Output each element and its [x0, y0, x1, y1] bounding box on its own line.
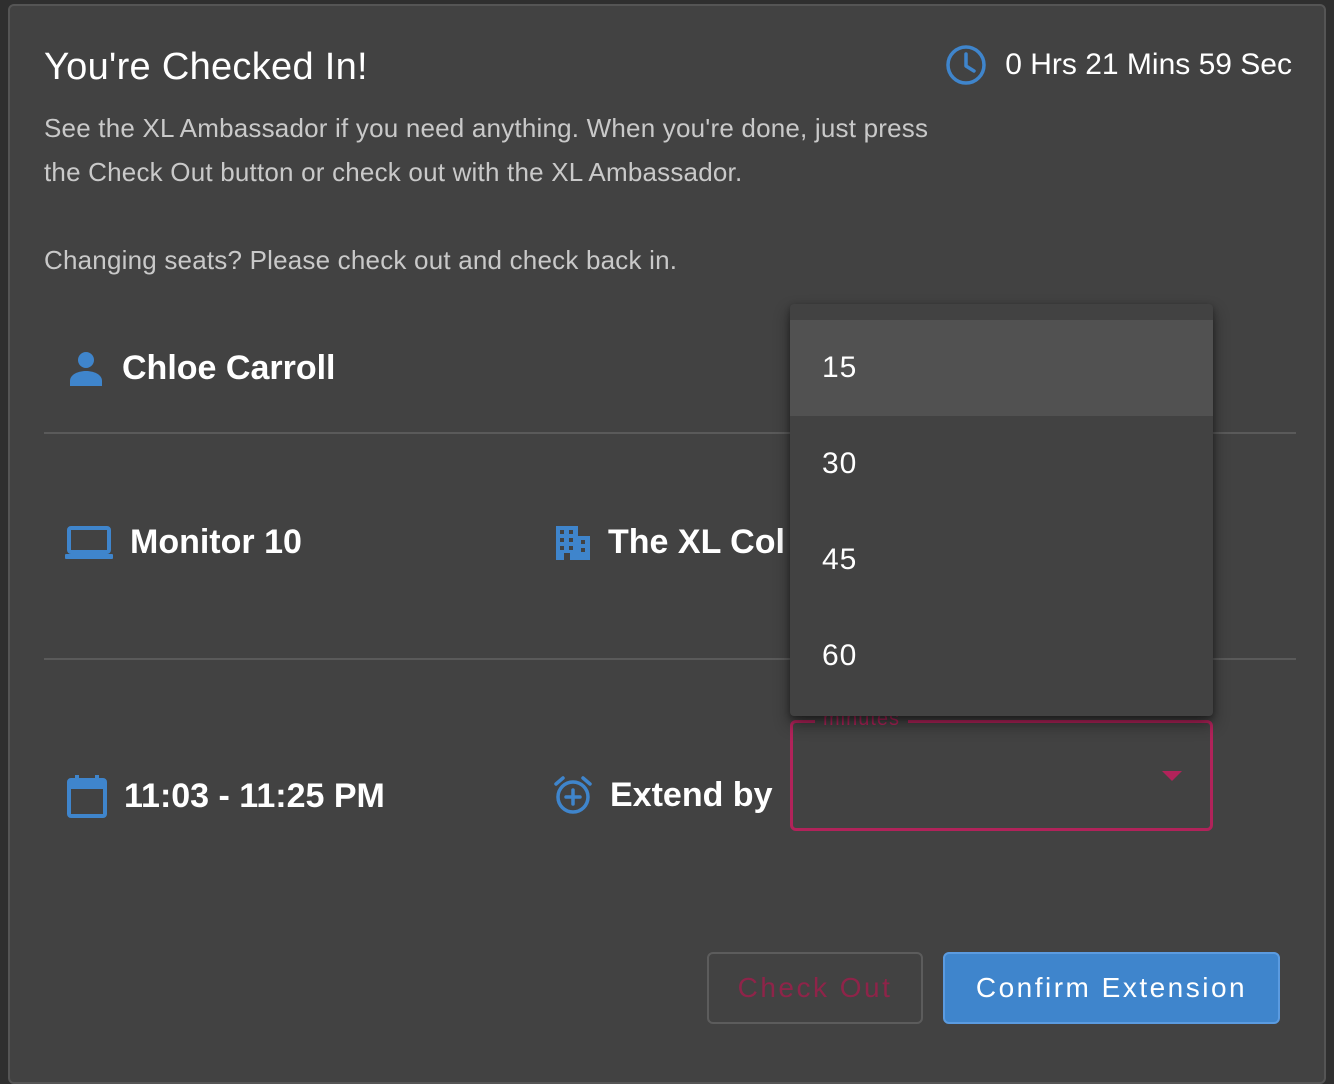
- user-name: Chloe Carroll: [122, 348, 336, 387]
- instructions: See the XL Ambassador if you need anythi…: [44, 106, 944, 282]
- confirm-extension-button[interactable]: Confirm Extension: [943, 952, 1280, 1024]
- dropdown-option-30[interactable]: 30: [790, 416, 1213, 512]
- device-name: Monitor 10: [130, 522, 302, 561]
- elapsed-timer: 0 Hrs 21 Mins 59 Sec: [945, 44, 1292, 86]
- check-out-button[interactable]: Check Out: [707, 952, 923, 1024]
- seat-change-note: Changing seats? Please check out and che…: [44, 245, 678, 275]
- alarm-add-icon: [552, 774, 594, 816]
- laptop-icon: [64, 522, 114, 562]
- extend-minutes-select[interactable]: minutes: [790, 709, 1213, 831]
- timer-text: 0 Hrs 21 Mins 59 Sec: [1005, 48, 1292, 81]
- calendar-icon: [66, 774, 108, 818]
- checked-in-dialog: You're Checked In! 0 Hrs 21 Mins 59 Sec …: [8, 4, 1326, 1084]
- person-icon: [66, 348, 106, 388]
- extend-row: Extend by: [552, 774, 772, 816]
- clock-icon: [945, 44, 987, 86]
- building-icon: [552, 522, 592, 562]
- dialog-title: You're Checked In!: [44, 46, 368, 88]
- location-name: The XL Collective: [608, 522, 784, 561]
- time-range: 11:03 - 11:25 PM: [124, 776, 385, 815]
- time-row: 11:03 - 11:25 PM: [66, 774, 385, 818]
- device-row: Monitor 10: [64, 522, 302, 562]
- extend-label: Extend by: [610, 775, 773, 814]
- dropdown-option-15[interactable]: 15: [790, 320, 1213, 416]
- dropdown-option-60[interactable]: 60: [790, 608, 1213, 704]
- minutes-dropdown-menu: 15 30 45 60: [790, 304, 1213, 716]
- dropdown-arrow-icon[interactable]: [1162, 771, 1182, 781]
- dropdown-option-45[interactable]: 45: [790, 512, 1213, 608]
- user-row: Chloe Carroll: [66, 348, 335, 388]
- instructions-text: See the XL Ambassador if you need anythi…: [44, 113, 929, 187]
- location-row: The XL Collective: [552, 522, 784, 562]
